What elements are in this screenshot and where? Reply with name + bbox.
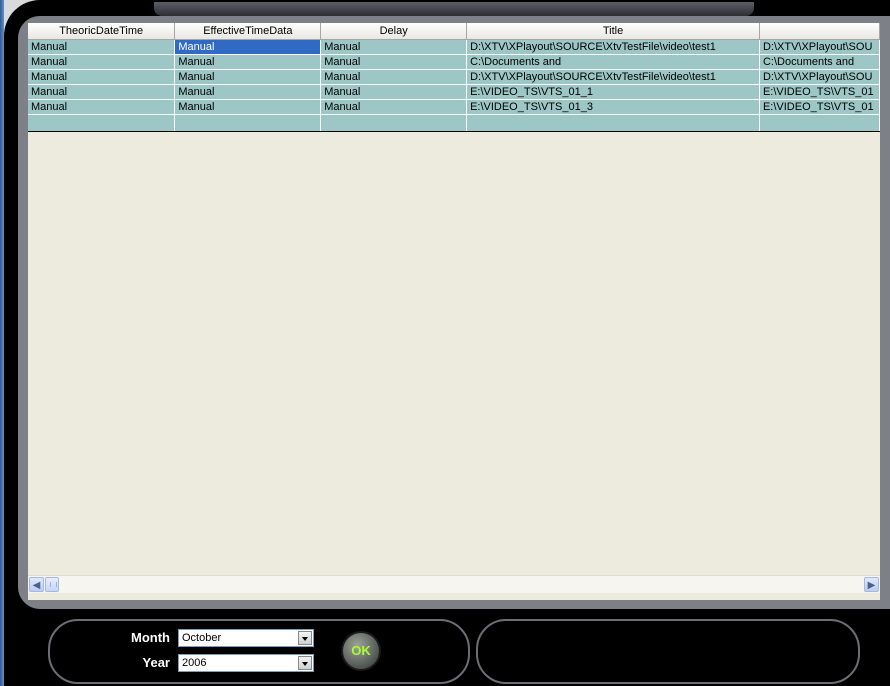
new-row[interactable]	[28, 114, 880, 132]
year-value: 2006	[182, 657, 207, 669]
cell-delay[interactable]: Manual	[320, 54, 468, 70]
column-header-extra[interactable]	[759, 23, 880, 40]
date-filter-panel: Month October Year 2006 OK	[48, 619, 470, 684]
cell-title[interactable]: E:\VIDEO_TS\VTS_01_3	[466, 99, 760, 115]
cell-theoricdatetime[interactable]: Manual	[28, 69, 176, 85]
table-row[interactable]: Manual Manual Manual E:\VIDEO_TS\VTS_01_…	[28, 99, 880, 115]
cell-effectivetimedata[interactable]: Manual	[174, 69, 322, 85]
cell-title[interactable]: C:\Documents and	[466, 54, 760, 70]
scroll-right-icon[interactable]: ▶	[864, 577, 879, 592]
column-header-title[interactable]: Title	[466, 23, 760, 40]
chevron-down-icon[interactable]	[298, 656, 312, 670]
status-panel	[476, 619, 860, 684]
scroll-left-icon[interactable]: ◀	[29, 577, 44, 592]
empty-cell[interactable]	[759, 114, 880, 132]
cell-delay[interactable]: Manual	[320, 99, 468, 115]
playlist-grid: TheoricDateTime EffectiveTimeData Delay …	[28, 23, 880, 600]
header-row: TheoricDateTime EffectiveTimeData Delay …	[28, 23, 880, 40]
year-select[interactable]: 2006	[178, 654, 314, 672]
table-row[interactable]: Manual Manual Manual C:\Documents and C:…	[28, 54, 880, 70]
cell-effectivetimedata[interactable]: Manual	[174, 54, 322, 70]
month-select[interactable]: October	[178, 629, 314, 647]
cell-extra[interactable]: C:\Documents and	[759, 54, 880, 70]
column-header-effectivetimedata[interactable]: EffectiveTimeData	[174, 23, 322, 40]
empty-cell[interactable]	[320, 114, 468, 132]
cell-extra[interactable]: E:\VIDEO_TS\VTS_01	[759, 99, 880, 115]
table-row[interactable]: Manual Manual Manual D:\XTV\XPlayout\SOU…	[28, 39, 880, 55]
cell-delay[interactable]: Manual	[320, 84, 468, 100]
cell-theoricdatetime[interactable]: Manual	[28, 84, 176, 100]
cell-theoricdatetime[interactable]: Manual	[28, 39, 176, 55]
table-row[interactable]: Manual Manual Manual E:\VIDEO_TS\VTS_01_…	[28, 84, 880, 100]
year-label: Year	[142, 655, 170, 670]
empty-cell[interactable]	[28, 114, 176, 132]
cell-title[interactable]: D:\XTV\XPlayout\SOURCE\XtvTestFile\video…	[466, 39, 760, 55]
scroll-thumb[interactable]	[45, 577, 59, 592]
table-row[interactable]: Manual Manual Manual D:\XTV\XPlayout\SOU…	[28, 69, 880, 85]
empty-cell[interactable]	[174, 114, 322, 132]
cell-effectivetimedata[interactable]: Manual	[174, 39, 322, 55]
month-value: October	[182, 632, 222, 644]
cell-extra[interactable]: D:\XTV\XPlayout\SOU	[759, 69, 880, 85]
cell-effectivetimedata[interactable]: Manual	[174, 99, 322, 115]
frame-top-bar	[154, 2, 754, 16]
cell-effectivetimedata[interactable]: Manual	[174, 84, 322, 100]
cell-extra[interactable]: D:\XTV\XPlayout\SOU	[759, 39, 880, 55]
chevron-down-icon[interactable]	[298, 631, 312, 645]
horizontal-scrollbar[interactable]: ◀ ▶	[28, 575, 880, 593]
playlist-table: TheoricDateTime EffectiveTimeData Delay …	[28, 23, 880, 132]
cell-delay[interactable]: Manual	[320, 69, 468, 85]
cell-extra[interactable]: E:\VIDEO_TS\VTS_01	[759, 84, 880, 100]
column-header-theoricdatetime[interactable]: TheoricDateTime	[28, 23, 176, 40]
empty-cell[interactable]	[466, 114, 760, 132]
cell-theoricdatetime[interactable]: Manual	[28, 54, 176, 70]
ok-button[interactable]: OK	[341, 631, 381, 671]
cell-theoricdatetime[interactable]: Manual	[28, 99, 176, 115]
column-header-delay[interactable]: Delay	[320, 23, 468, 40]
cell-title[interactable]: E:\VIDEO_TS\VTS_01_1	[466, 84, 760, 100]
month-label: Month	[131, 630, 170, 645]
cell-delay[interactable]: Manual	[320, 39, 468, 55]
cell-title[interactable]: D:\XTV\XPlayout\SOURCE\XtvTestFile\video…	[466, 69, 760, 85]
